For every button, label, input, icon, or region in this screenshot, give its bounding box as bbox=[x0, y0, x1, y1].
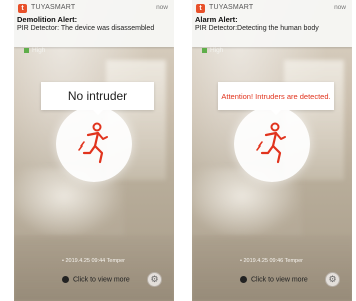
view-more-button[interactable]: Click to view more bbox=[62, 276, 130, 283]
phone-screen-intruder-detected: t TUYASMART now Alarm Alert: PIR Detecto… bbox=[192, 0, 352, 301]
event-timestamp-text: 2019.4.25 09:46 Temper bbox=[243, 258, 303, 264]
app-name: TUYASMART bbox=[209, 4, 254, 11]
push-notification[interactable]: t TUYASMART now Alarm Alert: PIR Detecto… bbox=[192, 0, 352, 47]
running-person-icon bbox=[78, 122, 108, 164]
view-more-label: Click to view more bbox=[251, 276, 308, 284]
event-timestamp: • 2019.4.25 09:44 Temper bbox=[62, 258, 125, 264]
settings-button[interactable]: ⚙ bbox=[325, 272, 340, 287]
background-floor bbox=[192, 235, 352, 301]
settings-button[interactable]: ⚙ bbox=[147, 272, 162, 287]
gear-icon: ⚙ bbox=[328, 274, 337, 284]
view-more-label: Click to view more bbox=[73, 276, 130, 284]
background-floor bbox=[14, 235, 174, 301]
event-timestamp-text: 2019.4.25 09:44 Temper bbox=[65, 258, 125, 264]
priority-text: High bbox=[32, 47, 46, 54]
phone-screen-no-intruder: t TUYASMART now Demolition Alert: PIR De… bbox=[14, 0, 174, 301]
push-notification[interactable]: t TUYASMART now Demolition Alert: PIR De… bbox=[14, 0, 174, 47]
status-text: Attention! Intruders are detected. bbox=[221, 91, 331, 101]
notification-time: now bbox=[156, 4, 168, 11]
notification-title: Alarm Alert: bbox=[195, 15, 238, 24]
tuya-logo-icon: t bbox=[18, 4, 27, 13]
notification-body: PIR Detector: The device was disassemble… bbox=[17, 25, 155, 32]
sensor-status-circle bbox=[234, 106, 310, 182]
event-timestamp: • 2019.4.25 09:46 Temper bbox=[240, 258, 303, 264]
view-more-button[interactable]: Click to view more bbox=[240, 276, 308, 283]
bullet-icon bbox=[240, 276, 247, 283]
bullet-icon bbox=[62, 276, 69, 283]
tuya-logo-icon: t bbox=[196, 4, 205, 13]
notification-time: now bbox=[334, 4, 346, 11]
app-name: TUYASMART bbox=[31, 4, 76, 11]
gear-icon: ⚙ bbox=[150, 274, 159, 284]
priority-indicator-icon bbox=[202, 47, 207, 53]
running-person-icon bbox=[256, 122, 286, 164]
notification-body: PIR Detector:Detecting the human body bbox=[195, 25, 319, 32]
priority-label: High bbox=[24, 47, 45, 54]
sensor-status-circle bbox=[56, 106, 132, 182]
notification-title: Demolition Alert: bbox=[17, 15, 78, 24]
status-text: No intruder bbox=[67, 89, 128, 103]
priority-indicator-icon bbox=[24, 47, 29, 53]
priority-label: High bbox=[202, 47, 223, 54]
priority-text: High bbox=[210, 47, 224, 54]
